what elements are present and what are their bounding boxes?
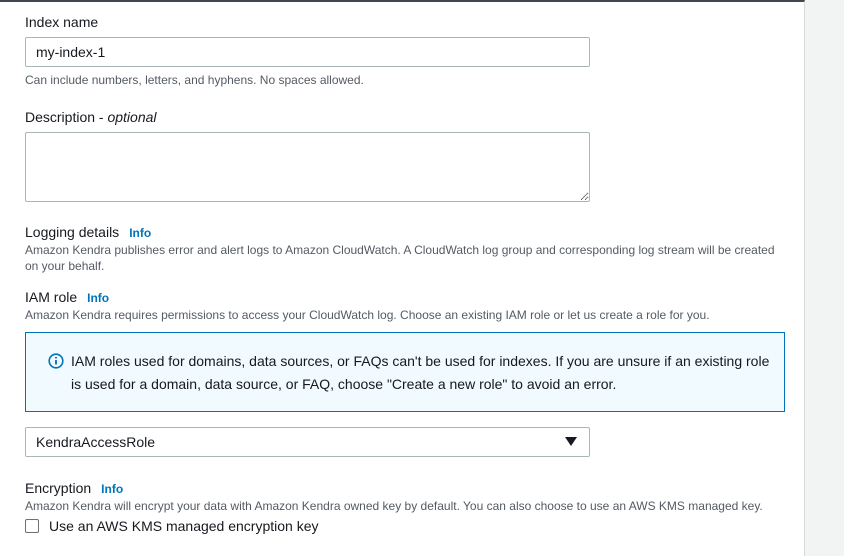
iam-role-hint: Amazon Kendra requires permissions to ac… xyxy=(25,308,710,322)
iam-role-select[interactable]: KendraAccessRole xyxy=(25,427,590,457)
info-circle-icon xyxy=(48,353,64,369)
kms-key-checkbox[interactable] xyxy=(25,519,39,533)
caret-down-icon xyxy=(565,437,577,446)
iam-role-info-alert: IAM roles used for domains, data sources… xyxy=(25,332,785,412)
encryption-label: Encryption Info xyxy=(25,480,123,496)
logging-details-hint: Amazon Kendra publishes error and alert … xyxy=(25,243,775,273)
index-name-hint: Can include numbers, letters, and hyphen… xyxy=(25,73,364,87)
index-name-input[interactable] xyxy=(25,37,590,67)
kms-key-checkbox-label[interactable]: Use an AWS KMS managed encryption key xyxy=(49,518,319,534)
encryption-hint: Amazon Kendra will encrypt your data wit… xyxy=(25,499,763,513)
iam-role-selected-value: KendraAccessRole xyxy=(36,434,156,450)
iam-role-title: IAM role xyxy=(25,289,78,305)
description-label-text: Description - xyxy=(25,109,108,125)
logging-info-link[interactable]: Info xyxy=(129,226,151,240)
index-details-panel: Index name Can include numbers, letters,… xyxy=(0,0,805,556)
encryption-title: Encryption xyxy=(25,480,92,496)
iam-role-label: IAM role Info xyxy=(25,289,109,305)
logging-details-title: Logging details xyxy=(25,224,120,240)
description-optional-text: optional xyxy=(107,109,157,125)
logging-details-label: Logging details Info xyxy=(25,224,151,240)
encryption-info-link[interactable]: Info xyxy=(101,482,123,496)
index-name-label: Index name xyxy=(25,14,99,30)
iam-role-alert-text: IAM roles used for domains, data sources… xyxy=(71,353,770,392)
description-label: Description - optional xyxy=(25,109,157,125)
iam-role-info-link[interactable]: Info xyxy=(87,291,109,305)
description-textarea[interactable] xyxy=(25,132,590,202)
